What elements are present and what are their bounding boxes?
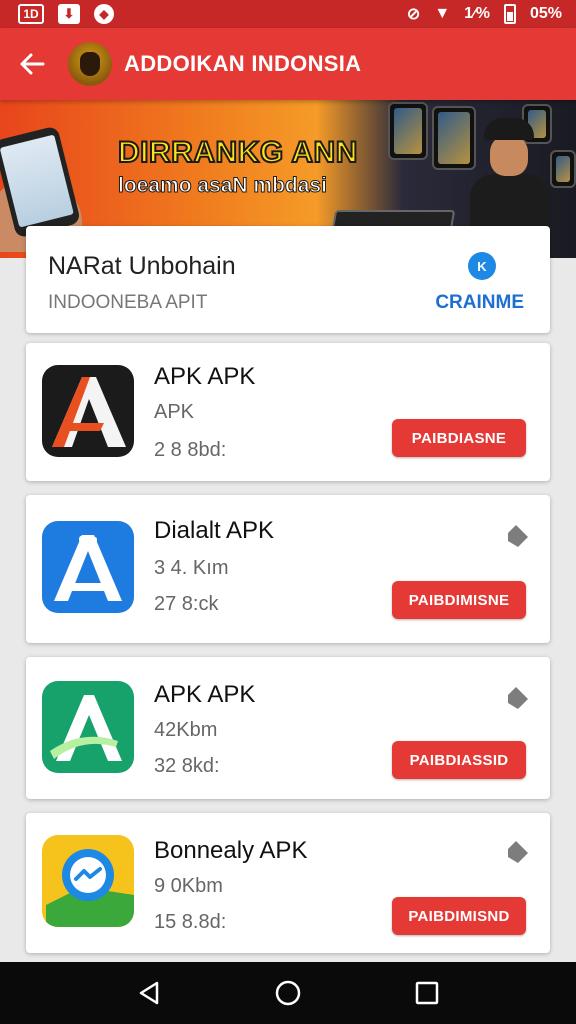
nav-recents-icon[interactable] <box>407 973 447 1013</box>
banner-subtitle: loeamo asaN mbdasi <box>118 174 328 198</box>
app-list-item[interactable]: APK APK APK 2 8 8bd: PAIBDIASNE <box>26 343 550 481</box>
app-notification-icon: ◆ <box>94 4 114 24</box>
signal-text: 1⁄% <box>464 5 490 22</box>
store-header-card: NARat Unbohain INDOONEBA APIT K CRAINME <box>26 226 550 333</box>
install-button[interactable]: PAIBDIASSID <box>392 741 526 779</box>
app-title: ADDOIKAN INDONSIA <box>124 51 362 76</box>
app-list-item[interactable]: Bonnealy APK 9 0Kbm 15 8.8d: PAIBDIMISND <box>26 813 550 953</box>
status-bar: 1D ⬇ ◆ ⊘ ▼ 1⁄% 05% <box>0 0 576 28</box>
app-bar: ADDOIKAN INDONSIA <box>0 28 576 100</box>
battery-icon <box>503 4 516 24</box>
store-badge-icon[interactable]: K <box>468 252 496 280</box>
banner-title: DIRRANKG ANN <box>117 135 358 170</box>
nav-back-icon[interactable] <box>129 973 169 1013</box>
app-size: 42Kbm <box>154 719 218 741</box>
tag-icon[interactable] <box>504 523 530 549</box>
arrow-left-icon[interactable] <box>16 48 48 80</box>
system-nav-bar <box>0 962 576 1024</box>
store-title: NARat Unbohain <box>48 252 236 280</box>
app-name: APK APK <box>154 681 256 708</box>
app-name: APK APK <box>154 363 256 390</box>
tag-icon[interactable] <box>504 839 530 865</box>
app-size: 2 8 8bd: <box>154 439 227 461</box>
app-downloads: 15 8.8d: <box>154 911 227 933</box>
store-subtitle: INDOONEBA APIT <box>48 292 208 313</box>
app-downloads: 27 8:ck <box>154 593 219 615</box>
black-a-app-icon <box>42 365 134 457</box>
mute-icon: ⊘ <box>406 6 421 23</box>
blue-a-app-icon: Otb <box>42 521 134 613</box>
store-link[interactable]: CRAINME <box>435 292 524 314</box>
status-left-icons: 1D ⬇ ◆ <box>18 4 114 24</box>
green-a-app-icon <box>42 681 134 773</box>
app-category: APK <box>154 401 195 423</box>
svg-text:Otb: Otb <box>79 534 98 546</box>
nav-home-icon[interactable] <box>268 973 308 1013</box>
garuda-emblem-icon <box>68 42 112 86</box>
app-name: Dialalt APK <box>154 517 275 544</box>
app-size: 9 0Kbm <box>154 875 223 897</box>
install-button[interactable]: PAIBDIASNE <box>392 419 526 457</box>
app-list-item[interactable]: APK APK 42Kbm 32 8kd: PAIBDIASSID <box>26 657 550 799</box>
status-right-icons: ⊘ ▼ 1⁄% 05% <box>407 4 562 24</box>
notification-icon: 1D <box>18 4 44 24</box>
install-button[interactable]: PAIBDIMISNE <box>392 581 526 619</box>
download-icon: ⬇ <box>58 4 80 24</box>
install-button[interactable]: PAIBDIMISND <box>392 897 526 935</box>
yellow-messenger-app-icon <box>42 835 134 927</box>
tag-icon[interactable] <box>504 685 530 711</box>
wifi-icon: ▼ <box>434 5 451 22</box>
battery-percent: 05% <box>529 5 562 22</box>
app-size: 3 4. Kım <box>154 557 229 579</box>
app-name: Bonnealy APK <box>154 837 308 864</box>
app-downloads: 32 8kd: <box>154 755 220 777</box>
app-list-item[interactable]: Otb Dialalt APK 3 4. Kım 27 8:ck PAIBDIM… <box>26 495 550 643</box>
